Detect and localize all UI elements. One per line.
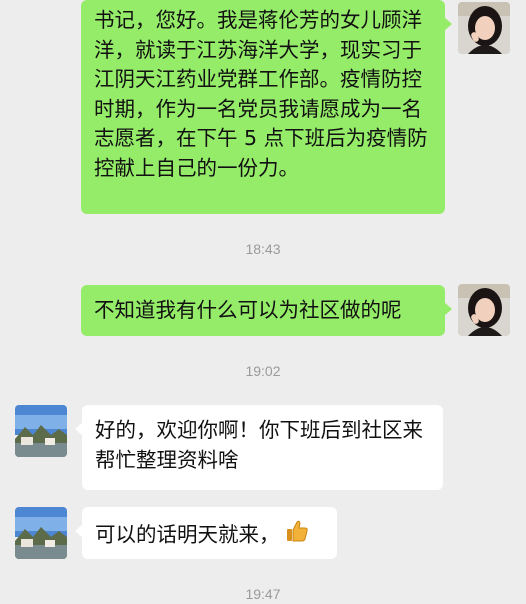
timestamp: 19:47 <box>245 586 281 602</box>
contact-avatar[interactable] <box>15 507 67 559</box>
timestamp: 18:43 <box>245 241 281 257</box>
message-bubble-received[interactable]: 好的，欢迎你啊！你下班后到社区来帮忙整理资料啥 <box>75 405 443 490</box>
contact-avatar[interactable] <box>15 405 67 457</box>
thumbs-up-icon <box>284 518 310 553</box>
user-avatar[interactable] <box>458 2 510 54</box>
user-avatar[interactable] <box>458 284 510 336</box>
message-bubble-sent[interactable]: 书记，您好。我是蒋伦芳的女儿顾洋洋，就读于江苏海洋大学，现实习于江阴天江药业党群… <box>81 0 452 214</box>
message-text: 可以的话明天就来， <box>95 522 280 547</box>
timestamp: 19:02 <box>245 363 281 379</box>
message-bubble-sent[interactable]: 不知道我有什么可以为社区做的呢 <box>81 285 452 336</box>
message-bubble-received[interactable]: 可以的话明天就来， <box>75 507 337 559</box>
chat-conversation: 书记，您好。我是蒋伦芳的女儿顾洋洋，就读于江苏海洋大学，现实习于江阴天江药业党群… <box>0 0 526 604</box>
